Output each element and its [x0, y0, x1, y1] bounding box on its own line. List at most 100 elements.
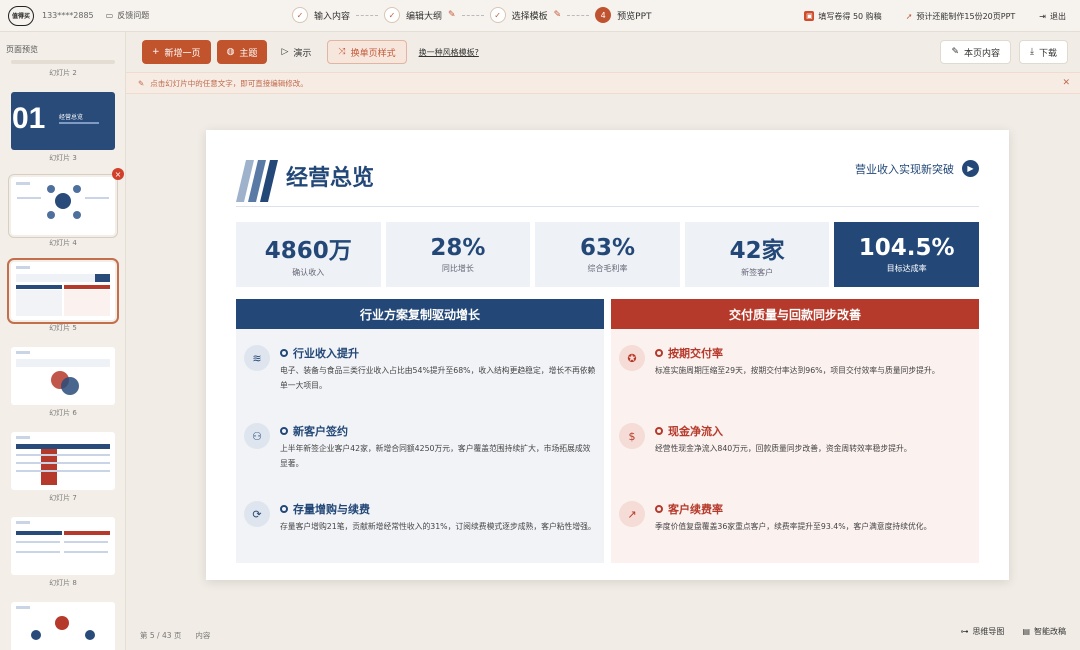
slide-subtitle-link[interactable]: 营业收入实现新突破 ▶ [855, 160, 979, 177]
right-item-3[interactable]: ↗ 客户续费率 季度价值复盘覆盖36家重点客户，续费率提升至93.4%，客户满意… [611, 499, 979, 569]
item-title: 现金净流入 [668, 425, 723, 438]
page-indicator: 第 5 / 43 页 [140, 630, 182, 640]
thumb-bar [16, 436, 30, 439]
page-content-button[interactable]: ✎ 本页内容 [940, 40, 1011, 64]
kpi-row: 4860万 确认收入 28% 同比增长 63% 综合毛利率 42家 新签客户 1… [236, 222, 979, 287]
prev-thumb-edge [11, 60, 115, 64]
item-desc: 经营性现金净流入840万元，回款质量同步改善，资金周转效率稳步提升。 [655, 444, 912, 453]
thumb-row [16, 462, 110, 464]
item-title: 新客户签约 [293, 425, 348, 438]
left-item-3[interactable]: ⟳ 存量增购与续费 存量客户增购21笔，贡献新增经常性收入的31%，订阅续费模式… [236, 499, 604, 569]
app-logo[interactable]: 值得买 [8, 5, 34, 26]
smart-edit-label: 智能改稿 [1034, 627, 1066, 636]
feedback-link[interactable]: ▭ 反馈问题 [106, 10, 150, 21]
plus-icon: + [152, 47, 160, 57]
kpi-card[interactable]: 42家 新签客户 [684, 222, 830, 287]
edit-icon: ✎ [951, 47, 959, 57]
bullet-dot-icon [280, 349, 288, 357]
smart-edit-button[interactable]: ▤ 智能改稿 [1022, 626, 1066, 637]
thumb-row [64, 541, 108, 543]
promo-link[interactable]: ▣ 填写卷得 50 购稿 [804, 11, 882, 22]
logout-label: 退出 [1050, 11, 1066, 21]
thumb-col-head [16, 531, 62, 535]
kpi-card[interactable]: 4860万 确认收入 [236, 222, 381, 287]
item-title: 客户续费率 [668, 503, 723, 516]
item-title-row: 按期交付率 [655, 345, 723, 361]
close-icon[interactable]: ✕ [1062, 78, 1070, 88]
mindmap-button[interactable]: ⊶ 思维导图 [960, 626, 1004, 637]
kpi-card[interactable]: 28% 同比增长 [385, 222, 531, 287]
palette-icon: ◍ [226, 47, 235, 57]
slide-thumb-6[interactable] [11, 347, 115, 405]
kpi-card-highlight[interactable]: 104.5% 目标达成率 [834, 222, 979, 287]
right-item-2[interactable]: $ 现金净流入 经营性现金净流入840万元，回款质量同步改善，资金周转效率稳步提… [611, 421, 979, 491]
check-icon: ✓ [489, 7, 506, 23]
present-button[interactable]: ▷ 演示 [271, 40, 321, 64]
left-column-header[interactable]: 行业方案复制驱动增长 [236, 299, 604, 329]
download-label: 下载 [1038, 48, 1057, 59]
thumb-title: 经营总览 [59, 114, 84, 121]
top-right-actions: ▣ 填写卷得 50 购稿 ➚ 预计还能制作15份20页PPT ⇥ 退出 [804, 0, 1080, 32]
refresh-icon: ⟳ [244, 501, 270, 527]
item-title: 按期交付率 [668, 347, 723, 360]
theme-button[interactable]: ◍ 主题 [216, 40, 268, 64]
present-label: 演示 [293, 48, 312, 59]
slide-thumb-8[interactable] [11, 517, 115, 575]
bullet-dot-icon [655, 505, 663, 513]
dollar-icon: $ [619, 423, 645, 449]
user-phone: 133****2885 [42, 11, 94, 20]
page-type-label: 内容 [195, 630, 211, 640]
thumb-big-number: 01 [12, 102, 46, 135]
kpi-value: 63% [579, 235, 636, 261]
step-preview-ppt[interactable]: 4 预览PPT [595, 7, 652, 23]
play-icon: ▷ [281, 47, 289, 57]
slide-thumb-3[interactable]: 01 经营总览 [11, 92, 115, 150]
thumb-row [16, 454, 110, 456]
thumb-circle [85, 630, 95, 640]
add-page-button[interactable]: + 新增一页 [142, 40, 211, 64]
feedback-label: 反馈问题 [117, 11, 150, 20]
item-title-row: 行业收入提升 [280, 345, 359, 361]
kpi-card[interactable]: 63% 综合毛利率 [535, 222, 680, 287]
left-item-1[interactable]: ≋ 行业收入提升 电子、装备与食品三类行业收入占比由54%提升至68%，收入结构… [236, 343, 604, 413]
slide-canvas[interactable]: 经营总览 营业收入实现新突破 ▶ 4860万 确认收入 28% 同比增长 63%… [206, 130, 1009, 580]
left-item-2[interactable]: ⚇ 新客户签约 上半年新签企业客户42家，新增合同额4250万元，客户覆盖范围持… [236, 421, 604, 491]
slide-thumb-9[interactable] [11, 602, 115, 650]
change-template-link[interactable]: 换一种风格模板? [419, 47, 479, 58]
bottom-right-actions: ⊶ 思维导图 ▤ 智能改稿 [960, 626, 1066, 637]
check-icon: ✓ [292, 7, 308, 23]
step-label: 输入内容 [314, 11, 351, 22]
right-item-1[interactable]: ✪ 按期交付率 标准实施周期压缩至29天，按期交付率达到96%，项目交付效率与质… [611, 343, 979, 413]
thumb-circle [55, 616, 69, 630]
item-desc: 电子、装备与食品三类行业收入占比由54%提升至68%，收入结构更趋稳定，增长不再… [280, 366, 596, 390]
logout-button[interactable]: ⇥ 退出 [1039, 11, 1066, 22]
slide-title[interactable]: 经营总览 [286, 160, 374, 192]
thumb-bar [16, 182, 30, 185]
kpi-label: 确认收入 [292, 268, 325, 277]
step-connector [567, 14, 590, 16]
step-connector [461, 14, 484, 16]
item-title: 行业收入提升 [293, 347, 359, 360]
thumb-circle [55, 193, 71, 209]
thumb-col-head [64, 285, 110, 289]
bullet-dot-icon [280, 505, 288, 513]
change-style-button[interactable]: ⤨ 换单页样式 [327, 40, 407, 64]
step-input-content[interactable]: ✓ 输入内容 [292, 7, 350, 23]
bullet-dot-icon [655, 349, 663, 357]
mindmap-icon: ⊶ [960, 627, 969, 636]
right-column-header[interactable]: 交付质量与回款同步改善 [611, 299, 979, 329]
layers-icon: ≋ [244, 345, 270, 371]
slide-thumb-4[interactable] [8, 174, 118, 238]
item-desc: 上半年新签企业客户42家，新增合同额4250万元，客户覆盖范围持续扩大，市场拓展… [280, 444, 591, 468]
download-button[interactable]: ⤓ 下载 [1019, 40, 1068, 64]
slide-thumb-7[interactable] [11, 432, 115, 490]
thumb-row [16, 541, 60, 543]
step-number: 4 [595, 7, 612, 23]
delete-slide-button[interactable]: × [112, 168, 124, 180]
thumb-circle [47, 211, 55, 219]
step-choose-template[interactable]: ✓ 选择模板 ✎ [489, 7, 561, 23]
theme-label: 主题 [239, 48, 258, 59]
kpi-label: 同比增长 [441, 264, 474, 273]
slide-thumb-5-selected[interactable] [7, 258, 119, 324]
step-edit-outline[interactable]: ✓ 编辑大纲 ✎ [384, 7, 456, 23]
